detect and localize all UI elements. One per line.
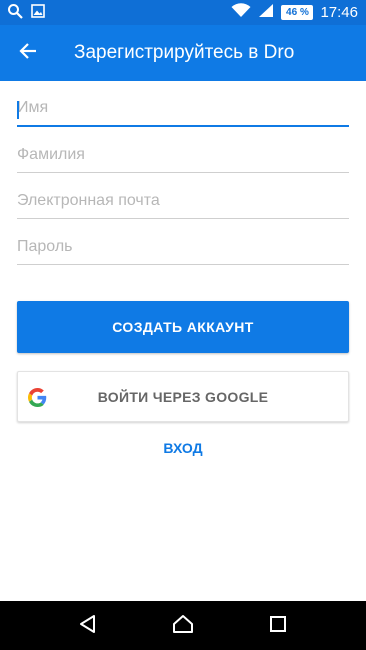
email-input[interactable]	[17, 192, 349, 210]
password-input[interactable]	[17, 238, 349, 256]
page-title: Зарегистрируйтесь в Dro	[74, 42, 295, 63]
create-account-label: СОЗДАТЬ АККАУНТ	[112, 319, 254, 335]
text-cursor	[17, 101, 19, 119]
create-account-button[interactable]: СОЗДАТЬ АККАУНТ	[17, 301, 349, 353]
login-link[interactable]: ВХОД	[0, 440, 366, 456]
last-name-input[interactable]	[17, 146, 349, 164]
last-name-field[interactable]	[17, 127, 349, 173]
triangle-back-icon	[78, 614, 98, 638]
arrow-back-icon	[19, 42, 37, 64]
search-icon	[7, 3, 23, 23]
home-icon	[172, 614, 194, 638]
square-recents-icon	[269, 615, 287, 637]
registration-form	[17, 81, 349, 265]
google-signin-label: ВОЙТИ ЧЕРЕЗ GOOGLE	[97, 388, 269, 405]
status-right-icons: 46 % 17:46	[231, 3, 366, 22]
password-field[interactable]	[17, 219, 349, 265]
google-signin-button[interactable]: ВОЙТИ ЧЕРЕЗ GOOGLE	[17, 371, 349, 422]
app-bar: Зарегистрируйтесь в Dro	[0, 25, 366, 81]
nav-back-button[interactable]	[68, 606, 108, 646]
wifi-icon	[231, 3, 251, 22]
nav-home-button[interactable]	[163, 606, 203, 646]
image-icon	[31, 3, 45, 22]
status-bar: 46 % 17:46	[0, 0, 366, 25]
signal-icon	[258, 3, 274, 22]
google-icon	[28, 388, 47, 407]
first-name-field[interactable]	[17, 81, 349, 127]
nav-recents-button[interactable]	[258, 606, 298, 646]
status-time: 17:46	[320, 4, 358, 21]
system-nav-bar	[0, 601, 366, 650]
status-left-icons	[0, 3, 45, 23]
battery-indicator: 46 %	[281, 5, 314, 20]
email-field[interactable]	[17, 173, 349, 219]
first-name-input[interactable]	[17, 99, 349, 117]
back-button[interactable]	[0, 25, 56, 81]
